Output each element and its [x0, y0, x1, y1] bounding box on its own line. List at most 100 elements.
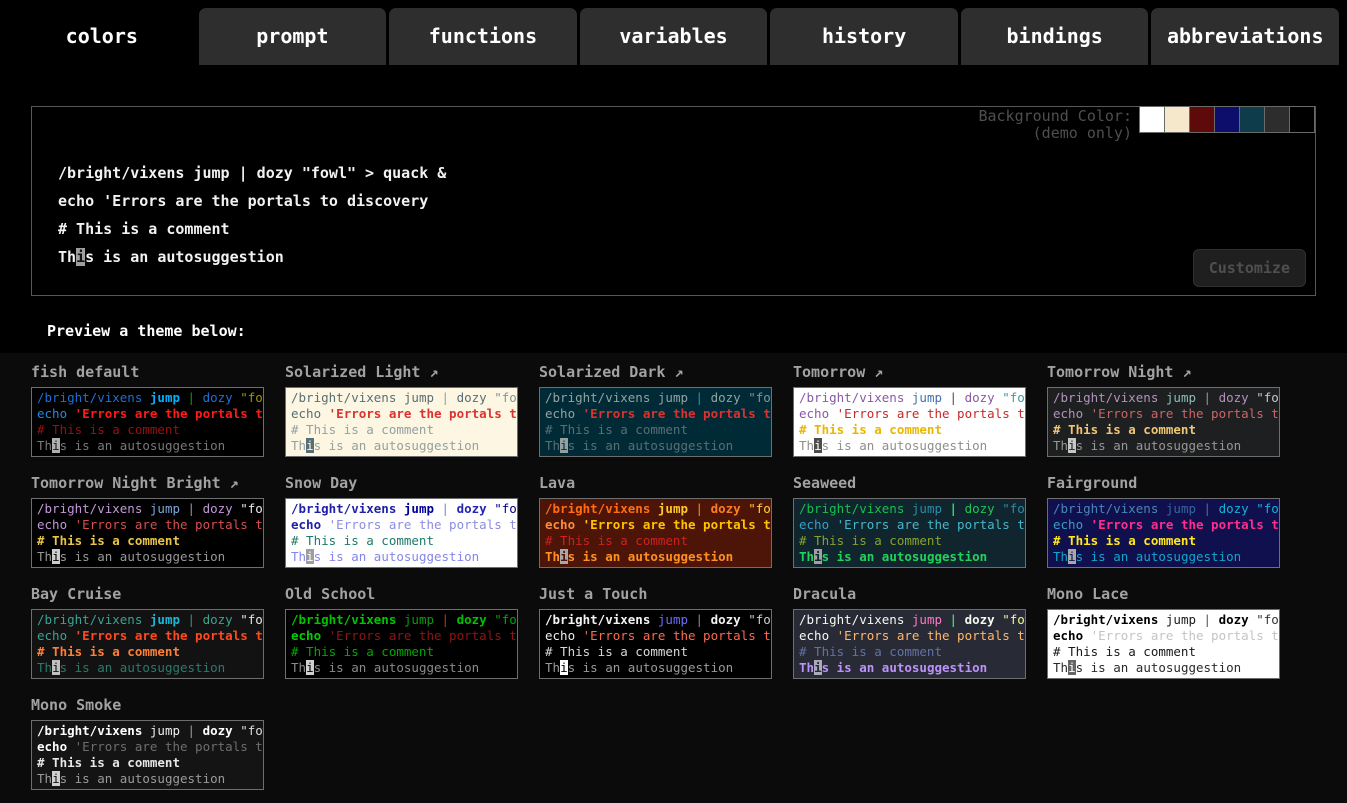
theme-preview-box[interactable]: /bright/vixens jump | dozy "fowl" > quac…	[285, 498, 518, 568]
token-error: 'Errors are the portals to discovery	[75, 628, 263, 643]
theme-card[interactable]: Tomorrow Night Bright ↗ /bright/vixens j…	[31, 474, 264, 568]
theme-preview-box[interactable]: /bright/vixens jump | dozy "fowl" > quac…	[31, 498, 264, 568]
background-swatch-6[interactable]	[1289, 106, 1315, 133]
theme-preview-box[interactable]: /bright/vixens jump | dozy "fowl" > quac…	[31, 609, 264, 679]
token-path: /bright/vixens	[545, 612, 650, 627]
theme-card[interactable]: Mono Smoke /bright/vixens jump | dozy "f…	[31, 696, 264, 790]
terminal-line-2: echo 'Errors are the portals to discover…	[58, 187, 1305, 215]
background-swatch-0[interactable]	[1139, 106, 1165, 133]
theme-card[interactable]: Snow Day /bright/vixens jump | dozy "fow…	[285, 474, 518, 568]
token-cmd2: dozy	[965, 501, 995, 516]
tab-variables[interactable]: variables	[580, 8, 768, 65]
background-color-label: Background Color:	[978, 108, 1132, 125]
theme-title[interactable]: Lava	[539, 474, 772, 492]
theme-preview-box[interactable]: /bright/vixens jump | dozy "fowl" > quac…	[1047, 498, 1280, 568]
theme-title[interactable]: Mono Smoke	[31, 696, 264, 714]
background-swatch-2[interactable]	[1189, 106, 1215, 133]
theme-title[interactable]: Tomorrow Night ↗	[1047, 363, 1280, 381]
theme-code-line-4: This is an autosuggestion	[1053, 549, 1279, 565]
token-comment: # This is a comment	[545, 533, 688, 548]
theme-preview-box[interactable]: /bright/vixens jump | dozy "fowl" > quac…	[793, 387, 1026, 457]
theme-preview-box[interactable]: /bright/vixens jump | dozy "fowl" > quac…	[31, 720, 264, 790]
token-autosuggest: s is an autosuggestion	[568, 549, 734, 564]
theme-code-line-1: /bright/vixens jump | dozy "fowl" > quac…	[291, 390, 517, 406]
theme-card[interactable]: Dracula /bright/vixens jump | dozy "fowl…	[793, 585, 1026, 679]
customize-button[interactable]: Customize	[1193, 249, 1306, 287]
theme-title[interactable]: Just a Touch	[539, 585, 772, 603]
autosuggestion-text: s is an autosuggestion	[85, 248, 284, 266]
theme-title[interactable]: Old School	[285, 585, 518, 603]
theme-title[interactable]: Tomorrow ↗	[793, 363, 1026, 381]
token-error: 'Errors are the portals to discovery	[583, 517, 771, 532]
token-pipe: |	[1204, 390, 1212, 405]
token-cmd: echo	[799, 406, 829, 421]
theme-preview-box[interactable]: /bright/vixens jump | dozy "fowl" > quac…	[1047, 387, 1280, 457]
token-autosuggest: s is an autosuggestion	[822, 438, 988, 453]
theme-card[interactable]: Tomorrow Night ↗ /bright/vixens jump | d…	[1047, 363, 1280, 457]
theme-card[interactable]: Old School /bright/vixens jump | dozy "f…	[285, 585, 518, 679]
theme-card[interactable]: Solarized Dark ↗ /bright/vixens jump | d…	[539, 363, 772, 457]
theme-code-line-3: # This is a comment	[1053, 422, 1279, 438]
theme-card[interactable]: Solarized Light ↗ /bright/vixens jump | …	[285, 363, 518, 457]
token-cmd: echo	[37, 406, 67, 421]
tab-prompt[interactable]: prompt	[199, 8, 387, 65]
tab-history[interactable]: history	[770, 8, 958, 65]
tab-colors[interactable]: colors	[8, 8, 196, 65]
theme-code-line-4: This is an autosuggestion	[545, 660, 771, 676]
theme-card[interactable]: Bay Cruise /bright/vixens jump | dozy "f…	[31, 585, 264, 679]
theme-preview-box[interactable]: /bright/vixens jump | dozy "fowl" > quac…	[539, 387, 772, 457]
background-swatch-3[interactable]	[1214, 106, 1240, 133]
theme-title[interactable]: Solarized Dark ↗	[539, 363, 772, 381]
theme-title[interactable]: Snow Day	[285, 474, 518, 492]
cursor-block: i	[814, 438, 822, 453]
theme-preview-box[interactable]: /bright/vixens jump | dozy "fowl" > quac…	[1047, 609, 1280, 679]
theme-preview-box[interactable]: /bright/vixens jump | dozy "fowl" > quac…	[793, 609, 1026, 679]
theme-title[interactable]: Bay Cruise	[31, 585, 264, 603]
theme-preview-box[interactable]: /bright/vixens jump | dozy "fowl" > quac…	[793, 498, 1026, 568]
theme-title[interactable]: Dracula	[793, 585, 1026, 603]
theme-card[interactable]: Lava /bright/vixens jump | dozy "fowl" >…	[539, 474, 772, 568]
token-quote: "fowl" > quack &	[240, 723, 263, 738]
theme-preview-box[interactable]: /bright/vixens jump | dozy "fowl" > quac…	[31, 387, 264, 457]
theme-title[interactable]: Seaweed	[793, 474, 1026, 492]
theme-card[interactable]: fish default /bright/vixens jump | dozy …	[31, 363, 264, 457]
theme-card[interactable]: Tomorrow ↗ /bright/vixens jump | dozy "f…	[793, 363, 1026, 457]
theme-code-line-1: /bright/vixens jump | dozy "fowl" > quac…	[1053, 612, 1279, 628]
theme-card[interactable]: Mono Lace /bright/vixens jump | dozy "fo…	[1047, 585, 1280, 679]
token-error: 'Errors are the portals to discovery	[75, 517, 263, 532]
token-autosuggest: s is an autosuggestion	[822, 660, 988, 675]
theme-card[interactable]: Seaweed /bright/vixens jump | dozy "fowl…	[793, 474, 1026, 568]
theme-preview-box[interactable]: /bright/vixens jump | dozy "fowl" > quac…	[539, 609, 772, 679]
token-cmd2: dozy	[203, 723, 233, 738]
demo-only-label: (demo only)	[978, 125, 1132, 142]
theme-card[interactable]: Fairground /bright/vixens jump | dozy "f…	[1047, 474, 1280, 568]
theme-preview-box[interactable]: /bright/vixens jump | dozy "fowl" > quac…	[539, 498, 772, 568]
token-cmd: echo	[545, 406, 575, 421]
token-cmd2: dozy	[457, 501, 487, 516]
theme-code-line-2: echo 'Errors are the portals to discover…	[291, 628, 517, 644]
theme-title[interactable]: Solarized Light ↗	[285, 363, 518, 381]
theme-title[interactable]: Fairground	[1047, 474, 1280, 492]
theme-code-line-3: # This is a comment	[545, 644, 771, 660]
theme-code-line-2: echo 'Errors are the portals to discover…	[545, 628, 771, 644]
theme-title[interactable]: Mono Lace	[1047, 585, 1280, 603]
theme-preview-box[interactable]: /bright/vixens jump | dozy "fowl" > quac…	[285, 609, 518, 679]
cursor-block: i	[560, 549, 568, 564]
token-autosuggest: Th	[799, 660, 814, 675]
tab-bindings[interactable]: bindings	[961, 8, 1149, 65]
tab-abbreviations[interactable]: abbreviations	[1151, 8, 1339, 65]
token-error: 'Errors are the portals to discovery	[329, 406, 517, 421]
theme-preview-box[interactable]: /bright/vixens jump | dozy "fowl" > quac…	[285, 387, 518, 457]
theme-code-line-3: # This is a comment	[291, 422, 517, 438]
token-error: 'Errors are the portals to discovery	[1091, 517, 1279, 532]
token-comment: # This is a comment	[291, 644, 434, 659]
theme-code-line-2: echo 'Errors are the portals to discover…	[799, 628, 1025, 644]
theme-card[interactable]: Just a Touch /bright/vixens jump | dozy …	[539, 585, 772, 679]
tab-functions[interactable]: functions	[389, 8, 577, 65]
theme-title[interactable]: fish default	[31, 363, 264, 381]
theme-code-line-1: /bright/vixens jump | dozy "fowl" > quac…	[37, 390, 263, 406]
background-swatch-5[interactable]	[1264, 106, 1290, 133]
background-swatch-4[interactable]	[1239, 106, 1265, 133]
theme-title[interactable]: Tomorrow Night Bright ↗	[31, 474, 264, 492]
background-swatch-1[interactable]	[1164, 106, 1190, 133]
